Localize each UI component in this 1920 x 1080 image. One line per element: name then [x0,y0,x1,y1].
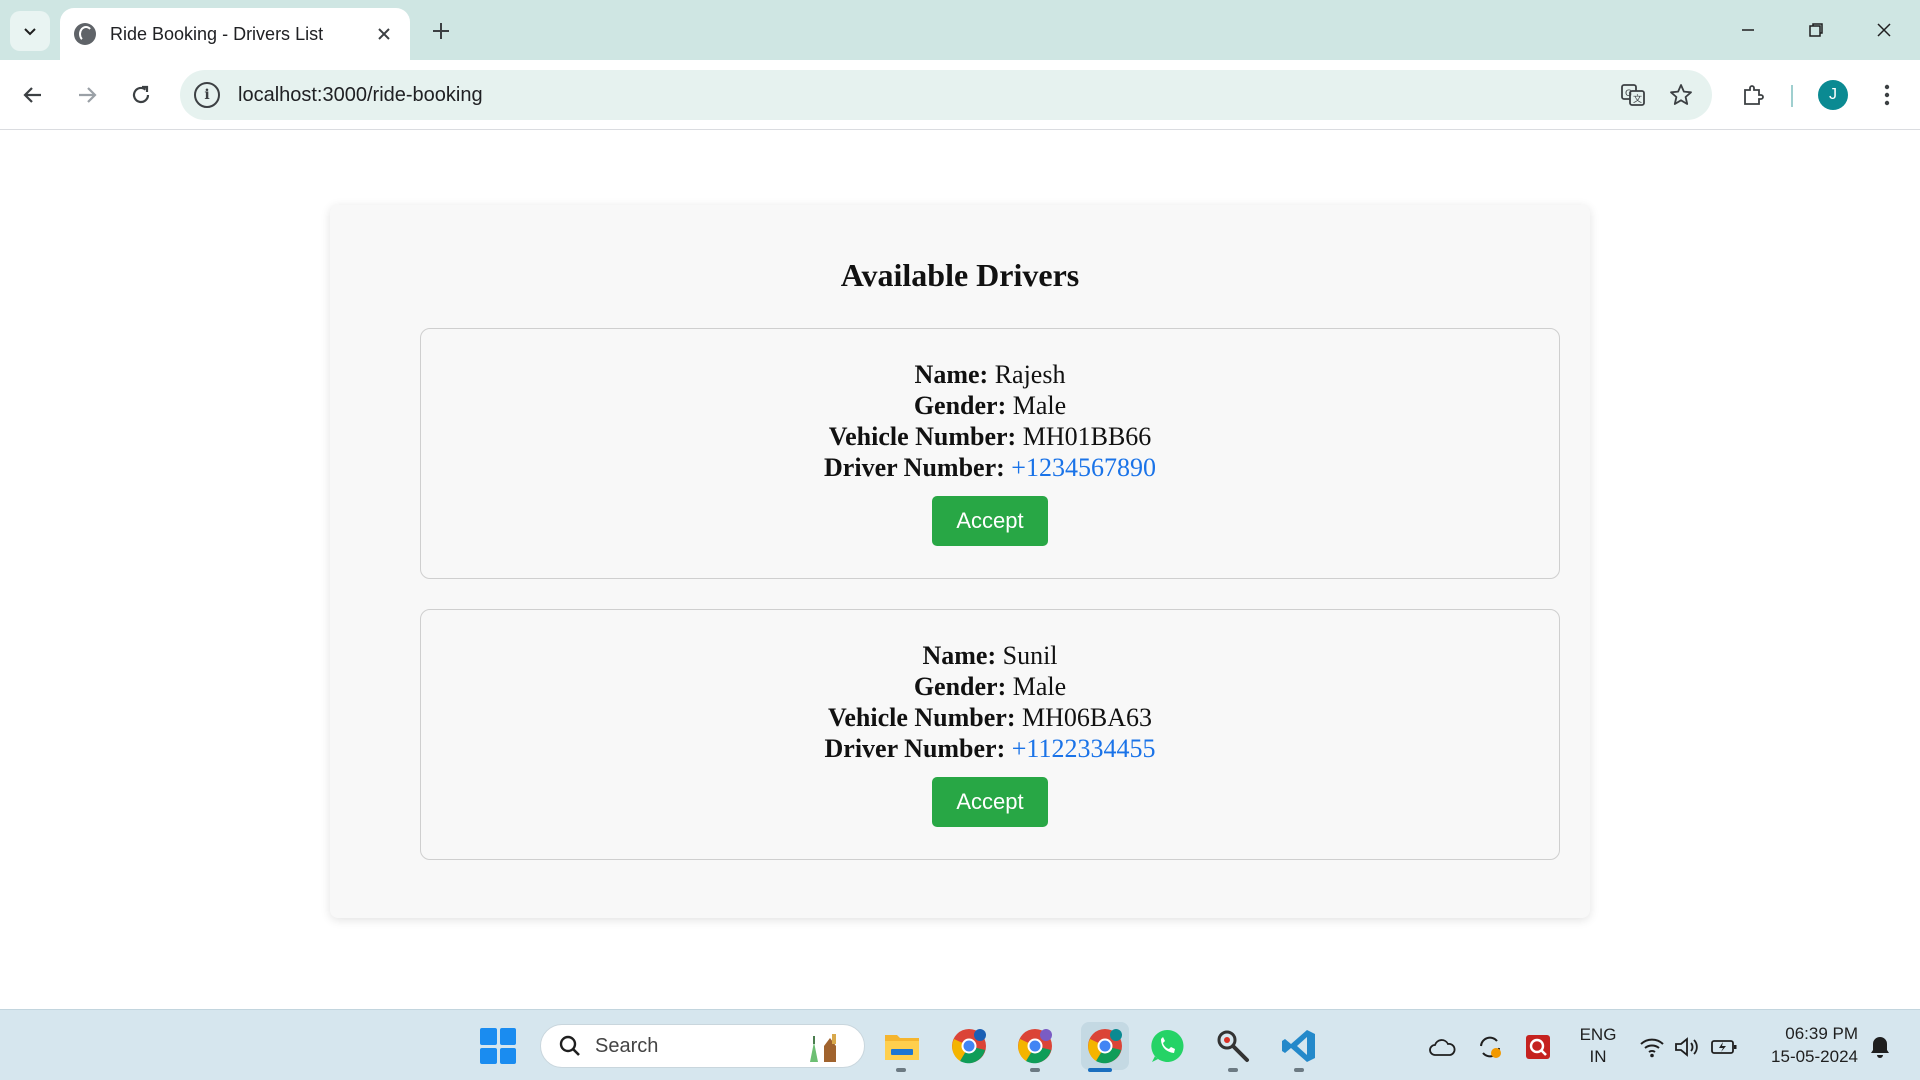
active-tab[interactable]: Ride Booking - Drivers List [60,8,410,60]
driver-card: Name: Rajesh Gender: Male Vehicle Number… [420,328,1560,579]
accept-button[interactable]: Accept [932,496,1048,546]
vehicle-label: Vehicle Number: [828,422,1017,451]
chevron-down-icon [24,28,36,36]
running-indicator [896,1068,906,1072]
language-indicator[interactable]: ENG IN [1578,1024,1618,1068]
running-indicator [1294,1068,1304,1072]
restore-icon [1809,23,1823,37]
accept-button[interactable]: Accept [932,777,1048,827]
clock-date: 15-05-2024 [1771,1047,1858,1066]
close-icon [1877,23,1891,37]
driver-vehicle: MH01BB66 [1022,422,1152,451]
notification-bell-icon[interactable] [1866,1034,1894,1060]
onedrive-cloud-icon[interactable] [1428,1034,1456,1060]
taskbar-search[interactable]: Search [540,1024,865,1068]
page-title: Available Drivers [840,257,1080,293]
tab-title: Ride Booking - Drivers List [110,23,324,44]
minimize-button[interactable] [1728,10,1768,50]
tab-close-button[interactable] [372,22,396,46]
reload-button[interactable] [122,76,160,114]
phone-label: Driver Number: [824,734,1006,763]
phone-label: Driver Number: [824,453,1005,482]
browser-toolbar: i localhost:3000/ride-booking G文 J [0,60,1920,130]
file-explorer-icon[interactable] [882,1026,922,1066]
driver-card: Name: Sunil Gender: Male Vehicle Number:… [420,609,1560,860]
clock-time: 06:39 PM [1785,1024,1858,1043]
vehicle-label: Vehicle Number: [827,703,1016,732]
driver-gender: Male [1012,391,1067,420]
region-code: IN [1589,1047,1607,1066]
language-code: ENG [1579,1025,1617,1044]
name-label: Name: [922,641,997,670]
driver-phone-link[interactable]: +1234567890 [1011,453,1156,482]
arrow-right-icon [79,87,97,103]
snipping-tool-icon[interactable] [1213,1026,1253,1066]
whatsapp-icon[interactable] [1147,1026,1187,1066]
name-label: Name: [914,360,989,389]
globe-icon [74,23,96,45]
gender-label: Gender: [913,672,1007,701]
driver-vehicle: MH06BA63 [1022,703,1153,732]
battery-icon[interactable] [1710,1034,1738,1060]
plus-icon [433,23,449,39]
window-close-button[interactable] [1864,10,1904,50]
address-bar[interactable]: i localhost:3000/ride-booking G文 [180,70,1712,120]
tab-search-button[interactable] [10,11,50,51]
arrow-left-icon [23,87,41,103]
close-icon [378,28,390,40]
driver-gender-row: Gender: Male [421,390,1559,421]
translate-icon[interactable]: G文 [1616,78,1650,112]
active-indicator [1088,1068,1112,1072]
driver-vehicle-row: Vehicle Number: MH06BA63 [421,702,1559,733]
drivers-panel: Available Drivers Name: Rajesh Gender: M… [330,205,1590,918]
driver-name: Sunil [1002,641,1058,670]
search-highlight-icon [802,1028,850,1064]
svg-text:文: 文 [1633,93,1642,105]
driver-name-row: Name: Rajesh [421,359,1559,390]
sync-icon[interactable] [1476,1034,1504,1060]
running-indicator [1228,1068,1238,1072]
taskbar-search-placeholder: Search [595,1034,659,1057]
page-viewport: Available Drivers Name: Rajesh Gender: M… [0,131,1920,1009]
svg-text:G: G [1625,89,1632,99]
bookmark-star-icon[interactable] [1664,78,1698,112]
back-button[interactable] [14,76,52,114]
gender-label: Gender: [913,391,1007,420]
driver-phone-row: Driver Number: +1234567890 [421,452,1559,483]
reload-icon [132,85,150,104]
extensions-button[interactable] [1734,76,1772,114]
driver-name: Rajesh [994,360,1066,389]
driver-phone-link[interactable]: +1122334455 [1012,734,1156,763]
driver-name-row: Name: Sunil [421,640,1559,671]
chrome-profile-2-icon[interactable] [1015,1026,1055,1066]
volume-icon[interactable] [1672,1034,1700,1060]
restore-button[interactable] [1796,10,1836,50]
minimize-icon [1742,29,1754,31]
toolbar-divider [1791,85,1793,107]
new-tab-button[interactable] [424,14,458,48]
search-icon [555,1031,585,1061]
security-app-icon[interactable] [1524,1034,1552,1060]
chrome-active-icon[interactable] [1081,1022,1129,1070]
windows-start-icon[interactable] [480,1028,516,1064]
url-text[interactable]: localhost:3000/ride-booking [238,84,1616,107]
taskbar: Search ENG IN 06:39 PM 15-05-2024 [0,1009,1920,1080]
running-indicator [1030,1068,1040,1072]
site-info-icon[interactable]: i [194,82,220,108]
forward-button[interactable] [68,76,106,114]
driver-phone-row: Driver Number: +1122334455 [421,733,1559,764]
browser-menu-button[interactable] [1868,76,1906,114]
vscode-icon[interactable] [1279,1026,1319,1066]
driver-vehicle-row: Vehicle Number: MH01BB66 [421,421,1559,452]
driver-gender: Male [1012,672,1067,701]
puzzle-icon [1744,85,1764,105]
wifi-icon[interactable] [1638,1034,1666,1060]
system-clock[interactable]: 06:39 PM 15-05-2024 [1760,1022,1858,1068]
profile-avatar[interactable]: J [1818,80,1848,110]
driver-gender-row: Gender: Male [421,671,1559,702]
tab-strip: Ride Booking - Drivers List [0,0,1920,60]
more-vertical-icon [1884,84,1890,106]
chrome-profile-1-icon[interactable] [949,1026,989,1066]
